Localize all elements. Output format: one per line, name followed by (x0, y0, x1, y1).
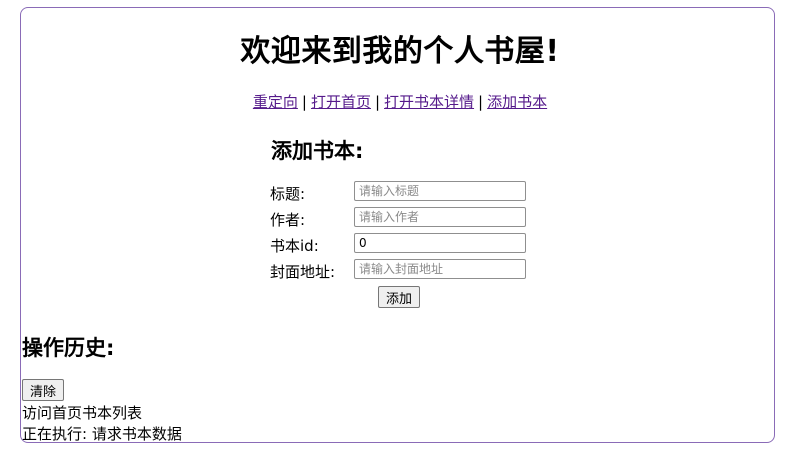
title-label: 标题: (270, 185, 306, 203)
cover-url-input[interactable] (354, 259, 526, 279)
page-title: 欢迎来到我的个人书屋! (240, 34, 560, 69)
title-input[interactable] (354, 181, 526, 201)
clear-history-button[interactable]: 清除 (22, 379, 64, 401)
nav-separator: | (301, 93, 307, 111)
cover-url-label: 封面地址: (270, 263, 336, 281)
history-list: 访问首页书本列表 正在执行: 请求书本数据 (22, 403, 182, 445)
history-title: 操作历史: (22, 336, 115, 360)
history-entry: 正在执行: 请求书本数据 (22, 425, 182, 443)
book-id-input[interactable] (354, 233, 526, 253)
add-book-title: 添加书本: (271, 139, 364, 163)
book-id-label: 书本id: (270, 237, 319, 255)
nav-separator: | (374, 93, 381, 111)
author-input[interactable] (354, 207, 526, 227)
nav-links: 重定向 | 打开首页 | 打开书本详情 | 添加书本 (0, 91, 800, 112)
nav-link-book-detail[interactable]: 打开书本详情 (384, 93, 474, 111)
nav-separator: | (478, 93, 484, 111)
nav-link-redirect[interactable]: 重定向 (253, 93, 298, 111)
history-entry: 访问首页书本列表 (22, 404, 143, 422)
nav-link-add-book[interactable]: 添加书本 (487, 93, 547, 111)
author-label: 作者: (270, 211, 306, 229)
add-book-button[interactable]: 添加 (378, 286, 420, 308)
nav-link-home[interactable]: 打开首页 (311, 93, 371, 111)
